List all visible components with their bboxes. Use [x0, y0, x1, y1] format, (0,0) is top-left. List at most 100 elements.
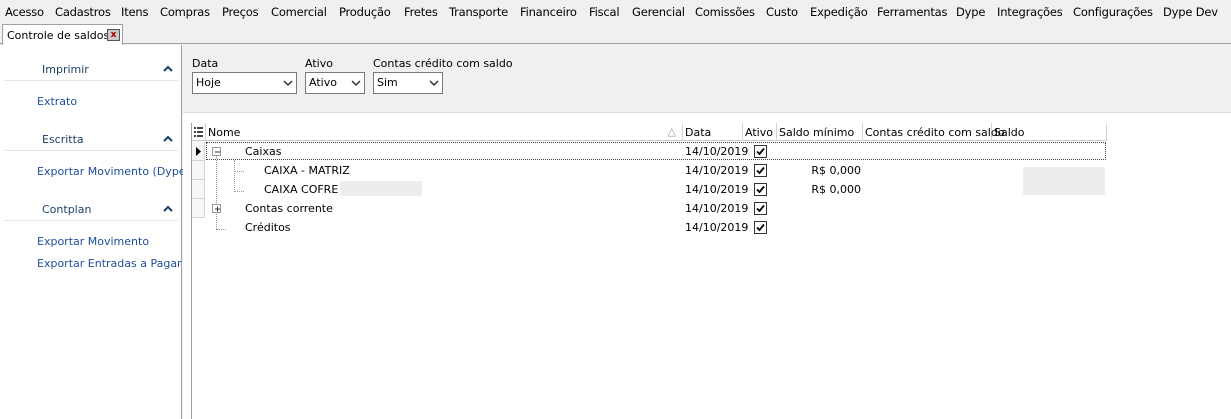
column-label: Data [685, 126, 712, 139]
ativo-checkbox[interactable] [754, 183, 767, 196]
column-label: Saldo mínimo [779, 126, 855, 139]
ativo-checkbox[interactable] [754, 221, 767, 234]
column-label: Nome [208, 126, 241, 139]
row-indicator [192, 199, 205, 218]
menu-fiscal[interactable]: Fiscal [589, 5, 620, 19]
sort-ascending-icon: △ [667, 125, 676, 138]
ativo-checkbox[interactable] [754, 202, 767, 215]
row-data: 14/10/2019 [685, 145, 749, 158]
menu-producao[interactable]: Produção [339, 5, 391, 19]
menu-expedicao[interactable]: Expedição [810, 5, 868, 19]
section-title: Escritta [42, 133, 84, 146]
row-data: 14/10/2019 [685, 183, 749, 196]
column-saldo[interactable]: Saldo [992, 123, 1107, 141]
collapse-icon[interactable] [212, 147, 221, 156]
row-saldo-minimo: R$ 0,000 [811, 183, 861, 196]
data-label: Data [192, 57, 219, 70]
menu-dype[interactable]: Dype [956, 5, 985, 19]
redacted-block [1023, 167, 1105, 195]
column-label: Contas crédito com saldo [865, 126, 1005, 139]
close-icon[interactable]: x [107, 29, 120, 41]
menu-transporte[interactable]: Transporte [449, 5, 508, 19]
grid-header: Nome △ Data Ativo Saldo mínimo Contas cr… [192, 123, 1107, 141]
contas-select[interactable]: Sim [373, 72, 443, 94]
sidebar-link-exportar-entradas-a-pagar[interactable]: Exportar Entradas a Pagar [37, 257, 182, 270]
row-nome: CAIXA COFRE - [264, 183, 346, 196]
contas-select-value: Sim [377, 76, 398, 89]
column-contas-credito[interactable]: Contas crédito com saldo [863, 123, 1005, 141]
data-select-value: Hoje [196, 76, 221, 89]
section-title: Contplan [42, 203, 92, 216]
column-saldo-minimo[interactable]: Saldo mínimo [777, 123, 863, 141]
sidebar-link-extrato[interactable]: Extrato [37, 95, 77, 108]
table-row[interactable]: Caixas 14/10/2019 [192, 142, 1107, 161]
table-row[interactable]: Contas corrente 14/10/2019 [192, 199, 1107, 218]
column-label: Ativo [745, 126, 773, 139]
ativo-select[interactable]: Ativo [305, 72, 365, 94]
check-icon [756, 223, 765, 232]
row-indicator [192, 161, 205, 180]
focus-rectangle [206, 142, 1106, 160]
menu-fretes[interactable]: Fretes [404, 5, 438, 19]
contas-label: Contas crédito com saldo [373, 57, 513, 70]
row-data: 14/10/2019 [685, 164, 749, 177]
menu-gerencial[interactable]: Gerencial [632, 5, 685, 19]
column-ativo[interactable]: Ativo [743, 123, 777, 141]
filter-bar: Data Hoje Ativo Ativo Contas crédito com… [183, 45, 1231, 113]
row-data: 14/10/2019 [685, 202, 749, 215]
ativo-checkbox[interactable] [754, 145, 767, 158]
column-label: Saldo [994, 126, 1025, 139]
menu-itens[interactable]: Itens [121, 5, 148, 19]
chevron-up-icon[interactable] [162, 63, 174, 75]
section-title: Imprimir [42, 63, 89, 76]
sidebar-link-exportar-movimento-dype[interactable]: Exportar Movimento (Dype) [37, 165, 190, 178]
data-select[interactable]: Hoje [192, 72, 297, 94]
sidebar-section-imprimir[interactable]: Imprimir [4, 59, 178, 81]
redacted-block [340, 181, 422, 196]
chevron-down-icon [351, 80, 361, 87]
column-data[interactable]: Data [683, 123, 743, 141]
main-content: Data Hoje Ativo Ativo Contas crédito com… [183, 45, 1231, 419]
check-icon [756, 185, 765, 194]
chevron-up-icon[interactable] [162, 133, 174, 145]
column-chooser-icon[interactable] [192, 123, 206, 141]
menu-dype-dev[interactable]: Dype Dev [1163, 5, 1218, 19]
menu-precos[interactable]: Preços [222, 5, 259, 19]
table-row[interactable]: Créditos 14/10/2019 [192, 218, 1107, 237]
tab-label: Controle de saldos [7, 29, 110, 42]
tab-strip: Controle de saldos x [0, 22, 1231, 45]
table-row[interactable]: CAIXA COFRE - 14/10/2019 R$ 0,000 [192, 180, 1107, 199]
chevron-down-icon [429, 80, 439, 87]
chevron-down-icon [283, 80, 293, 87]
menu-integracoes[interactable]: Integrações [997, 5, 1063, 19]
column-nome[interactable]: Nome △ [206, 123, 683, 141]
check-icon [756, 166, 765, 175]
table-row[interactable]: CAIXA - MATRIZ 14/10/2019 R$ 0,000 [192, 161, 1107, 180]
menu-comissoes[interactable]: Comissões [695, 5, 755, 19]
ativo-checkbox[interactable] [754, 164, 767, 177]
menu-cadastros[interactable]: Cadastros [55, 5, 111, 19]
row-nome: Contas corrente [245, 202, 333, 215]
tab-controle-de-saldos[interactable]: Controle de saldos x [2, 24, 123, 45]
row-nome: Créditos [245, 221, 291, 234]
ativo-select-value: Ativo [309, 76, 337, 89]
row-nome: CAIXA - MATRIZ [264, 164, 350, 177]
menu-custo[interactable]: Custo [766, 5, 798, 19]
menu-compras[interactable]: Compras [160, 5, 210, 19]
row-saldo-minimo: R$ 0,000 [811, 164, 861, 177]
row-data: 14/10/2019 [685, 221, 749, 234]
sidebar-section-contplan[interactable]: Contplan [4, 199, 178, 221]
expand-icon[interactable] [212, 204, 221, 213]
menu-acesso[interactable]: Acesso [5, 5, 44, 19]
chevron-up-icon[interactable] [162, 203, 174, 215]
sidebar-section-escritta[interactable]: Escritta [4, 129, 178, 151]
menu-financeiro[interactable]: Financeiro [520, 5, 577, 19]
ativo-label: Ativo [305, 57, 333, 70]
sidebar-link-exportar-movimento[interactable]: Exportar Movimento [37, 235, 149, 248]
menu-bar: Acesso Cadastros Itens Compras Preços Co… [0, 0, 1231, 22]
menu-comercial[interactable]: Comercial [271, 5, 327, 19]
sidebar: Imprimir Extrato Escritta Exportar Movim… [0, 45, 190, 419]
menu-configuracoes[interactable]: Configurações [1073, 5, 1153, 19]
row-nome: Caixas [245, 145, 282, 158]
menu-ferramentas[interactable]: Ferramentas [877, 5, 947, 19]
